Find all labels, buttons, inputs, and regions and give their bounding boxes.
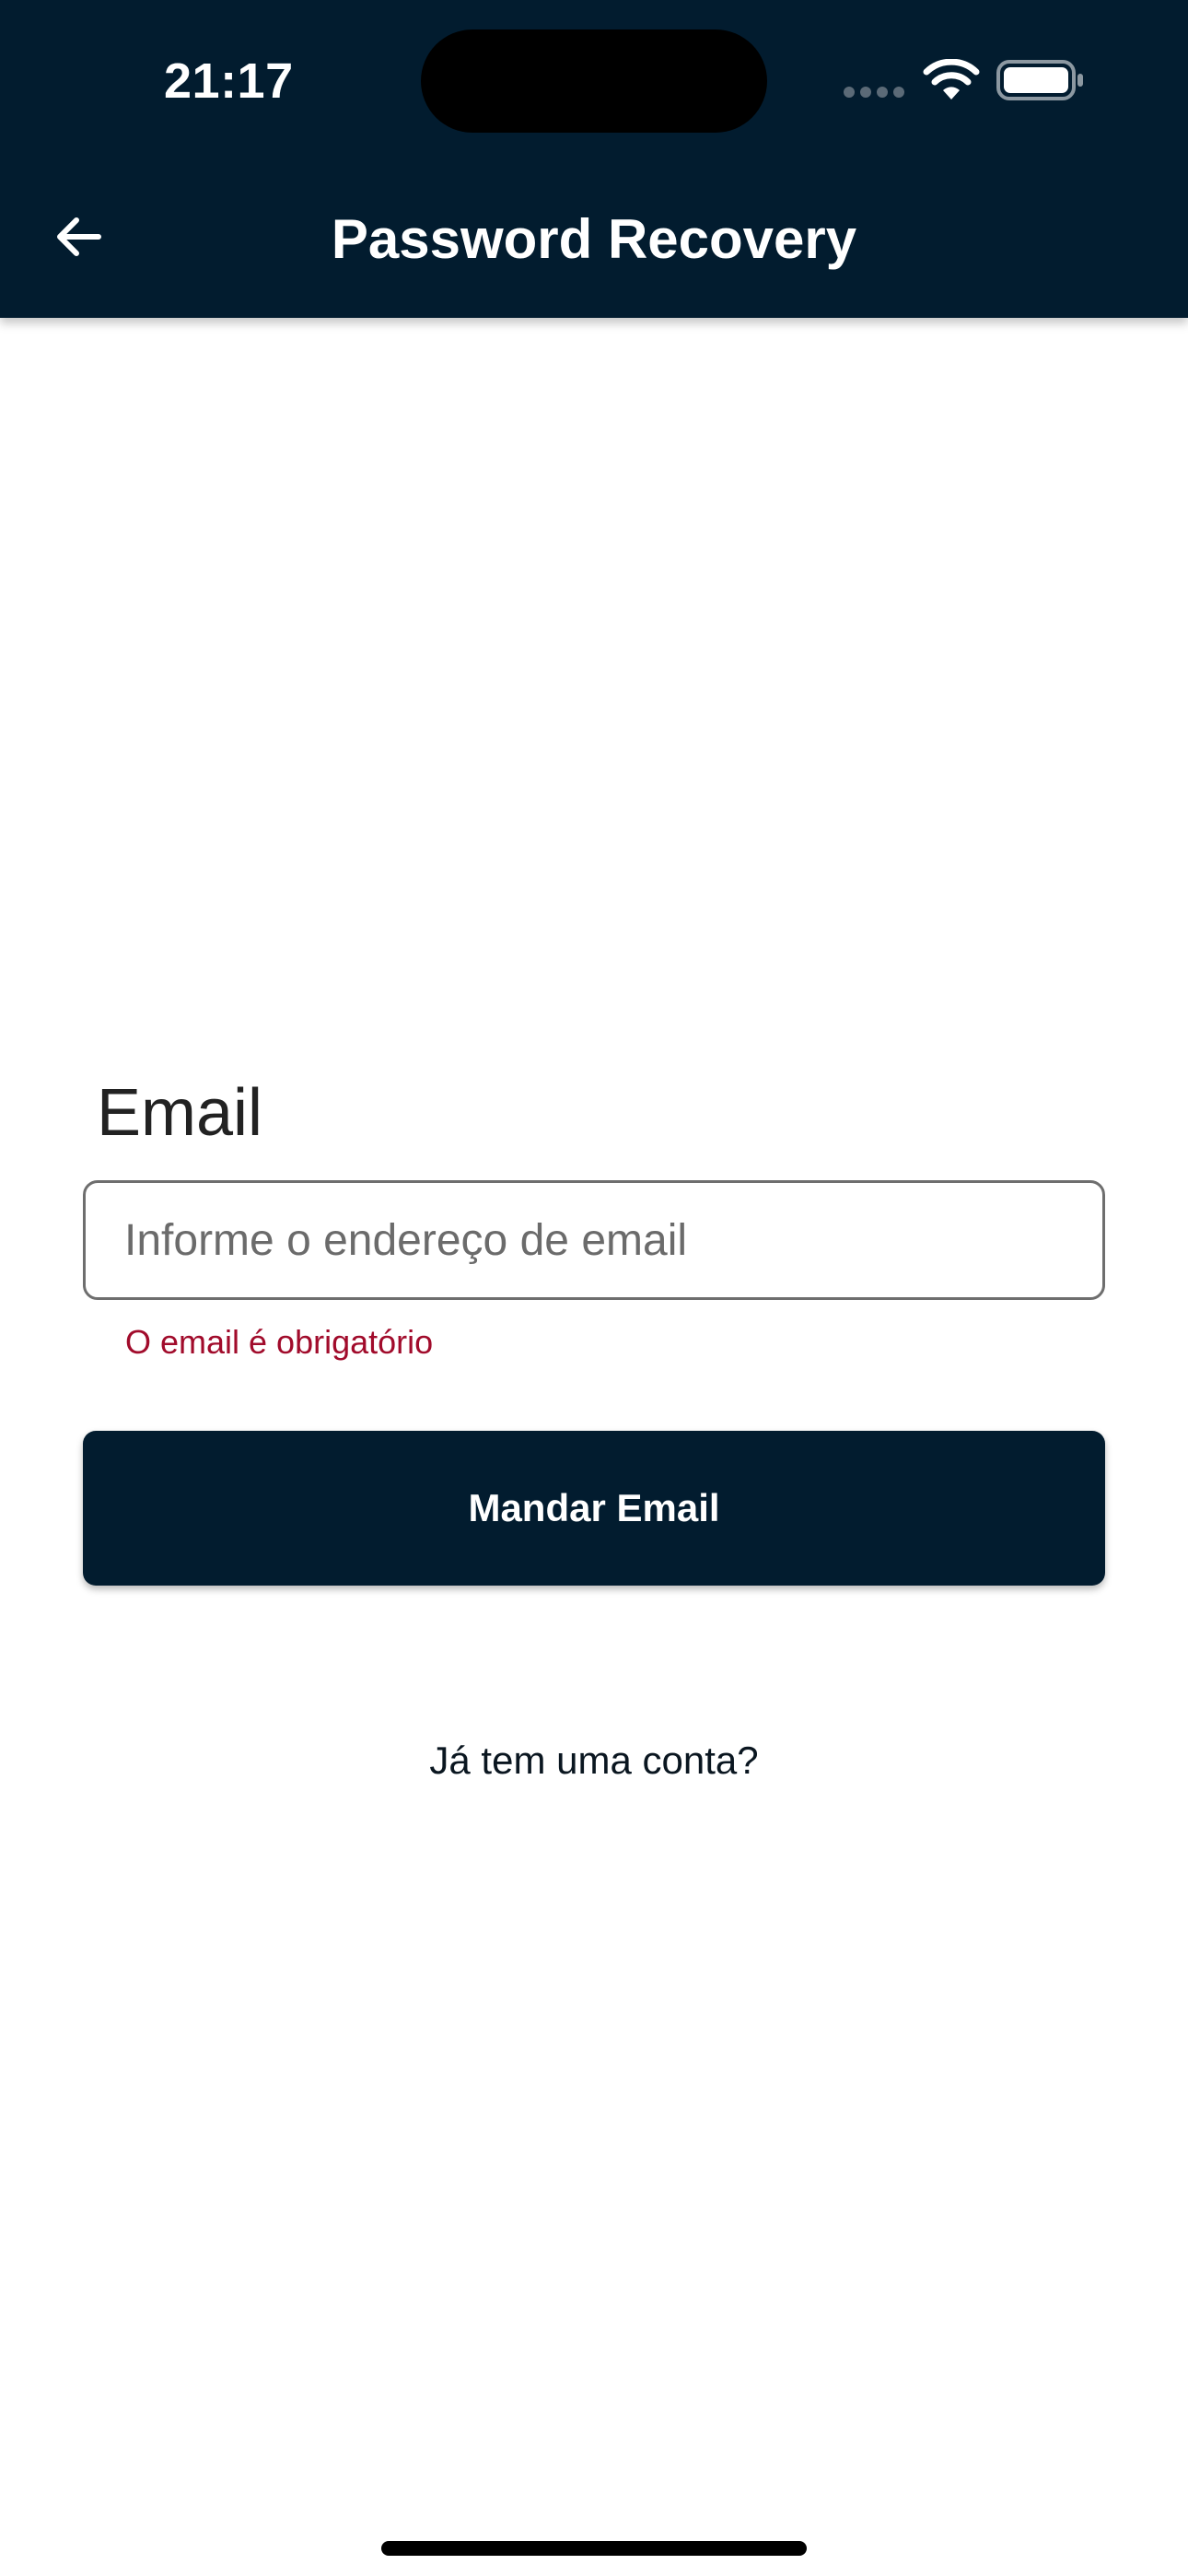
send-email-button[interactable]: Mandar Email <box>83 1431 1105 1586</box>
email-input[interactable] <box>83 1180 1105 1300</box>
arrow-left-icon <box>57 217 101 256</box>
email-error-message: O email é obrigatório <box>125 1323 434 1361</box>
page-title: Password Recovery <box>331 208 857 270</box>
battery-icon <box>996 60 1083 100</box>
cellular-signal-icon <box>844 87 904 98</box>
app-header: 21:17 Password Recovery <box>0 0 1188 318</box>
already-have-account-link[interactable]: Já tem uma conta? <box>318 1728 870 1793</box>
email-label: Email <box>97 1076 263 1150</box>
password-recovery-screen: 21:17 Password Recovery Email O email é <box>0 0 1188 2576</box>
status-time: 21:17 <box>164 53 294 109</box>
wifi-icon <box>923 59 980 100</box>
home-indicator <box>381 2541 807 2556</box>
back-button[interactable] <box>41 199 116 275</box>
dynamic-island <box>421 29 767 133</box>
